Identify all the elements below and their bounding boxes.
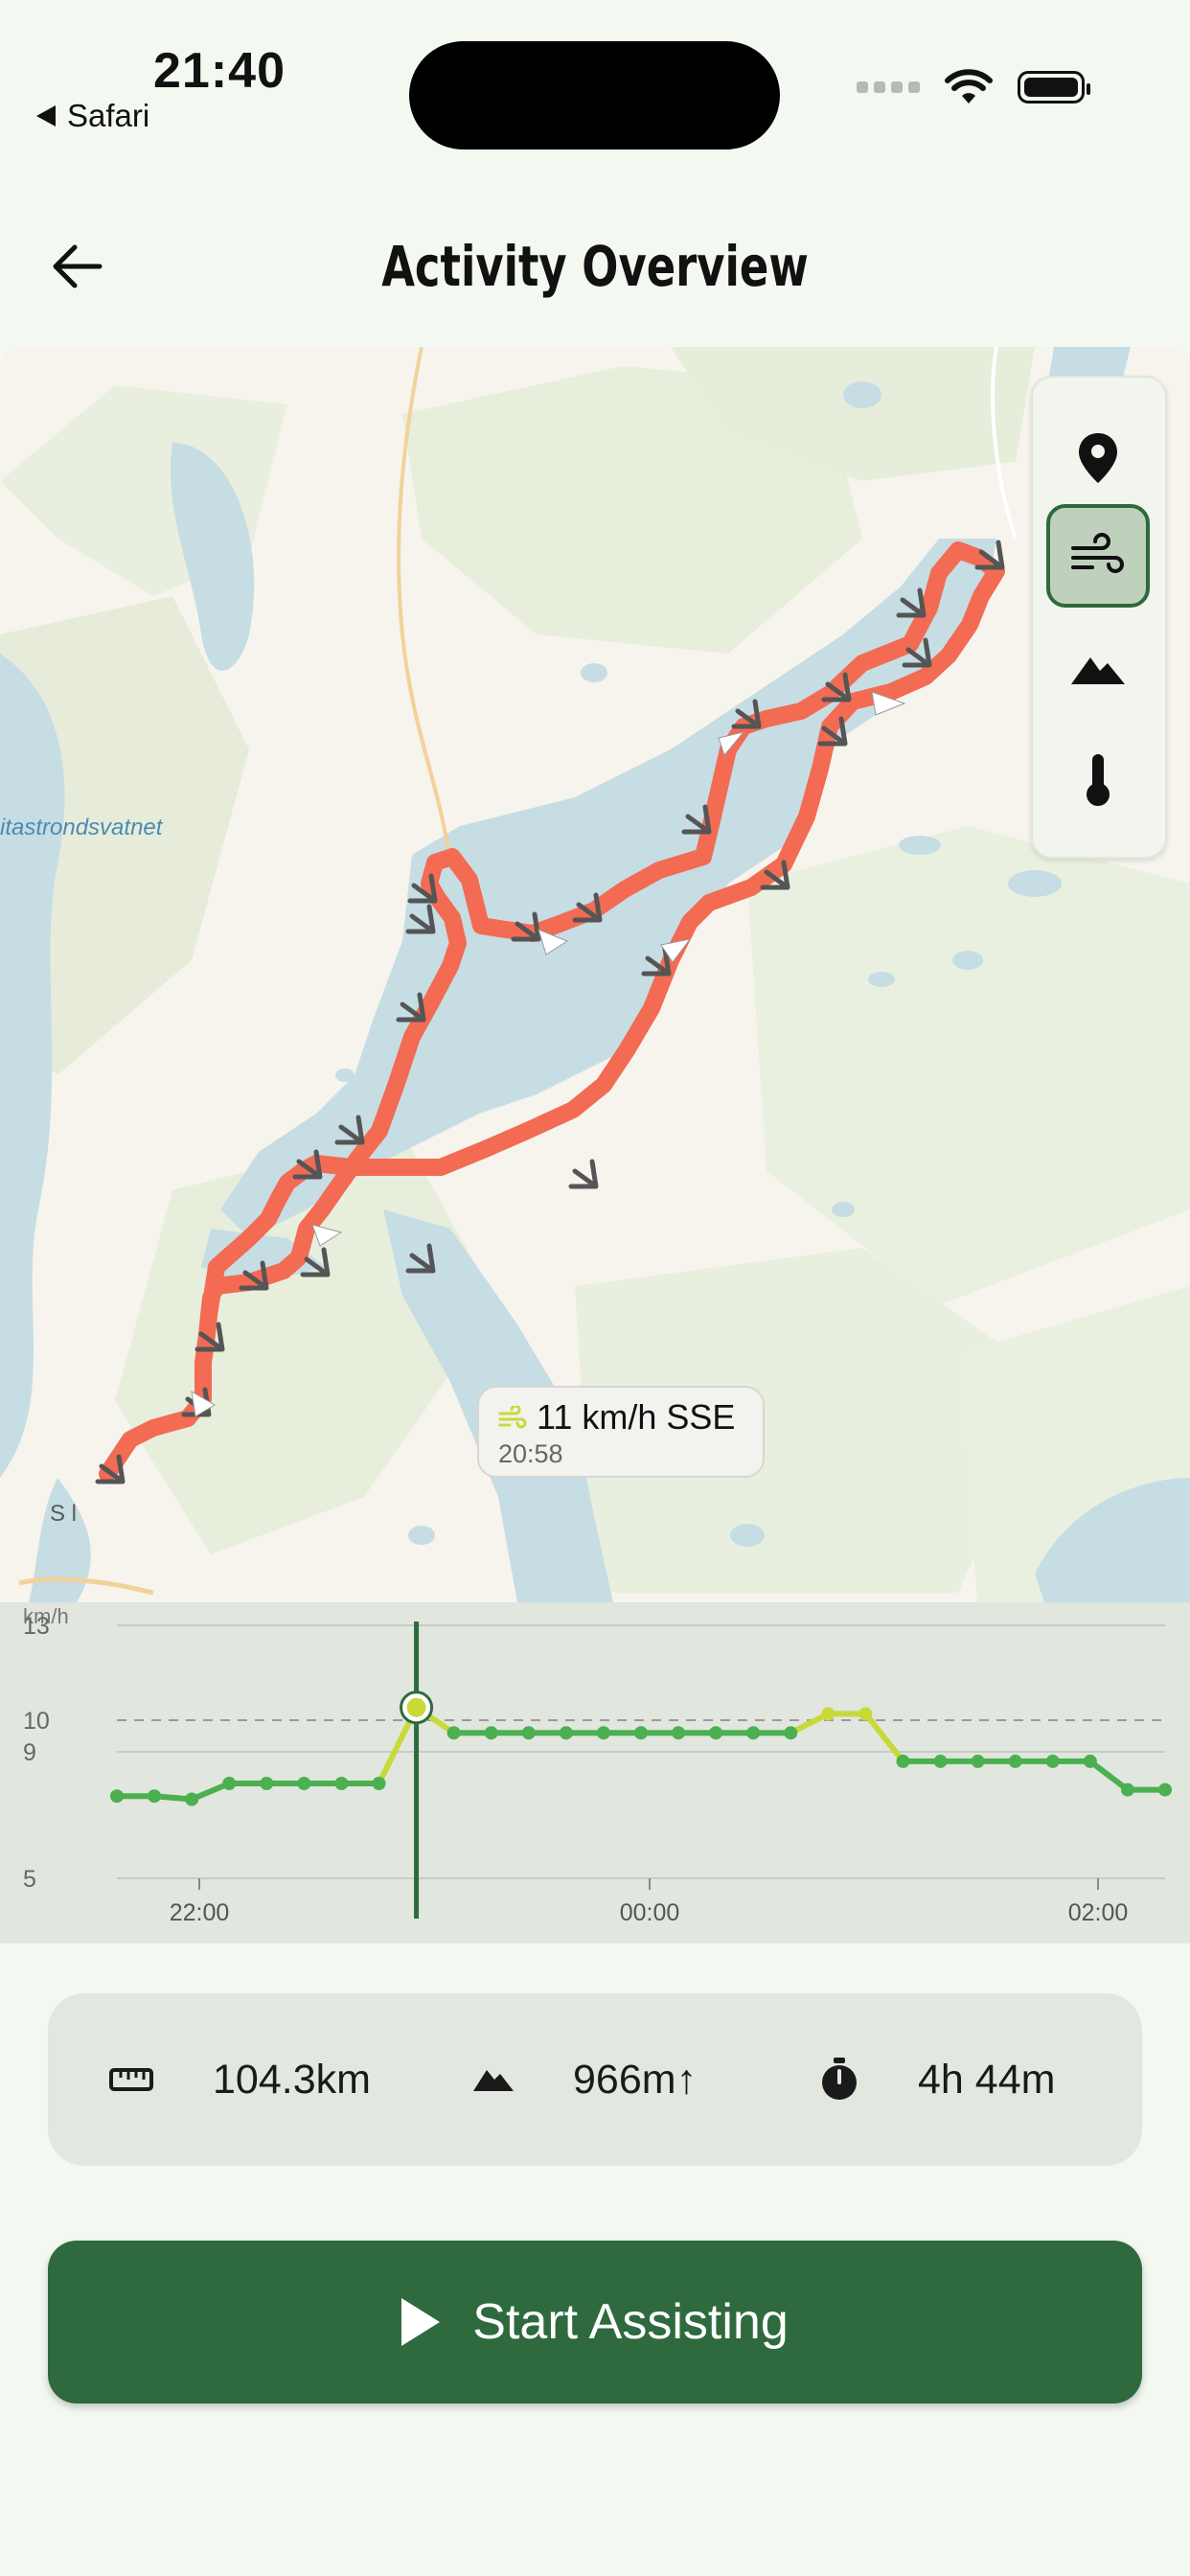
data-point [1083, 1754, 1097, 1768]
data-point [1045, 1754, 1060, 1768]
y-tick-label: 5 [23, 1866, 36, 1893]
chart-canvas: km/h13109522:00 00:00 02:00 [23, 1604, 1172, 1926]
x-tick-label: 00:00 [620, 1899, 680, 1926]
data-point [334, 1777, 349, 1790]
y-tick-label: 9 [23, 1739, 36, 1766]
wifi-icon [945, 69, 993, 104]
wind-speed-chart[interactable]: km/h 13 10 9 5 22:00 00:00 02:00 [0, 1602, 1190, 1944]
data-point [521, 1726, 536, 1740]
data-point [596, 1726, 610, 1740]
wind-tooltip: 11 km/h SSE 20:58 [477, 1386, 765, 1478]
data-point [222, 1777, 237, 1790]
series-segment [1087, 1758, 1131, 1793]
duration-value: 4h 44m [918, 2056, 1056, 2103]
data-point [484, 1726, 498, 1740]
wind-small-icon [498, 1406, 527, 1429]
data-point [634, 1726, 648, 1740]
distance-stat: 104.3km [109, 2057, 371, 2104]
location-layer-button[interactable] [1046, 406, 1150, 510]
back-triangle-icon [36, 105, 56, 126]
wind-layer-button[interactable] [1046, 504, 1150, 608]
elevation-value: 966m↑ [573, 2056, 698, 2103]
tooltip-time: 20:58 [498, 1439, 563, 1468]
data-point [446, 1726, 461, 1740]
elevation-stat: 966m↑ [471, 2057, 697, 2104]
data-point [896, 1754, 910, 1768]
data-point [372, 1777, 386, 1790]
x-tick-label: 02:00 [1068, 1899, 1129, 1926]
route-map[interactable]: itastrondsvatnet S l 11 km/h SSE 20:58 [0, 347, 1190, 1602]
y-tick-label: 10 [23, 1708, 50, 1735]
y-tick-label: 13 [23, 1613, 50, 1640]
data-point [858, 1707, 873, 1721]
data-point [784, 1726, 798, 1740]
mountain-small-icon [473, 2070, 514, 2091]
page-title: Activity Overview [381, 234, 809, 299]
location-pin-icon [1079, 433, 1117, 483]
dynamic-island [409, 41, 780, 150]
data-point [672, 1726, 686, 1740]
lake-label: itastrondsvatnet [0, 815, 163, 840]
status-indicators [857, 69, 1090, 105]
place-label: S l [50, 1501, 78, 1527]
mountain-icon [1071, 657, 1125, 684]
distance-value: 104.3km [213, 2056, 371, 2103]
data-point [821, 1707, 835, 1721]
temperature-layer-button[interactable] [1046, 728, 1150, 832]
duration-stat: 4h 44m [820, 2057, 1055, 2104]
data-point [559, 1726, 573, 1740]
data-point [297, 1777, 311, 1790]
tooltip-speed: 11 km/h SSE [537, 1397, 736, 1437]
wind-icon [1071, 533, 1124, 573]
map-layer-panel [1031, 376, 1167, 859]
thermometer-icon [1087, 754, 1110, 806]
back-app-label: Safari [67, 98, 150, 133]
selected-point [406, 1697, 426, 1717]
data-point [260, 1777, 274, 1790]
data-point [971, 1754, 985, 1768]
data-point [1158, 1782, 1172, 1797]
x-tick-label: 22:00 [170, 1899, 230, 1926]
data-point [709, 1726, 723, 1740]
start-assisting-label: Start Assisting [472, 2294, 789, 2350]
data-point [933, 1754, 948, 1768]
battery-icon [1018, 71, 1090, 104]
back-to-app-link[interactable]: Safari [36, 98, 149, 134]
play-icon [401, 2298, 441, 2346]
signal-icon [857, 81, 920, 93]
data-point [1120, 1782, 1134, 1797]
data-point [746, 1726, 761, 1740]
status-time: 21:40 [153, 43, 286, 99]
data-point [1008, 1754, 1022, 1768]
activity-stats: 104.3km 966m↑ 4h 44m [48, 1993, 1142, 2166]
start-assisting-button[interactable]: Start Assisting [48, 2241, 1142, 2404]
stopwatch-icon [822, 2058, 857, 2100]
ruler-icon [109, 2068, 153, 2091]
data-point [110, 1789, 124, 1804]
data-point [185, 1792, 199, 1806]
data-point [148, 1789, 162, 1804]
elevation-layer-button[interactable] [1046, 617, 1150, 721]
